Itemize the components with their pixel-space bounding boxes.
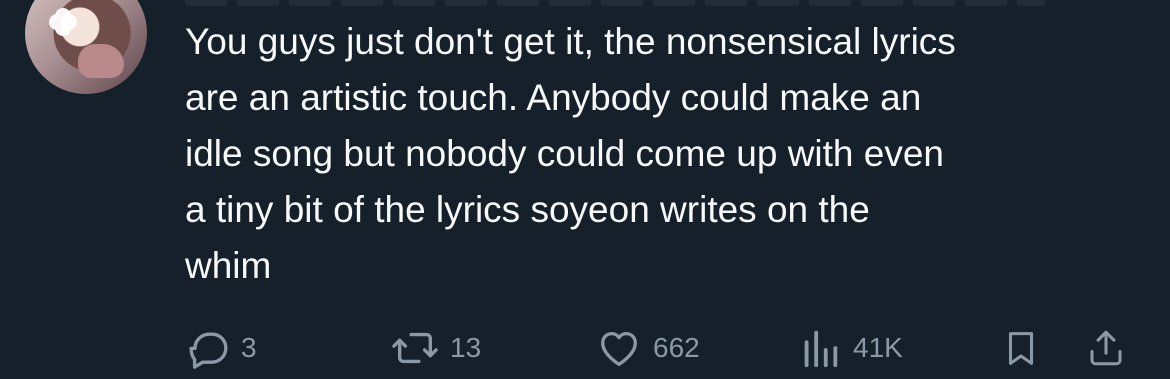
reply-count: 3 [241,332,257,363]
share-icon [1085,325,1127,371]
reply-icon [185,325,231,371]
flower-icon [53,12,73,32]
retweet-icon [390,325,440,371]
retweet-count: 13 [450,332,482,363]
views-button[interactable]: 41K [797,325,903,371]
tweet-text: You guys just don't get it, the nonsensi… [185,21,956,286]
reply-button[interactable]: 3 [185,325,257,371]
analytics-icon [797,325,843,371]
avatar[interactable] [25,0,147,94]
bookmark-icon [1000,325,1042,371]
share-button[interactable] [1085,325,1127,371]
retweet-button[interactable]: 13 [390,325,481,371]
like-count: 662 [653,332,700,363]
tweet-actions: 3 13 662 41K [185,325,1130,371]
bookmark-button[interactable] [1000,325,1042,371]
heart-icon [595,325,643,371]
view-count: 41K [853,332,903,363]
cropped-header-line [185,0,1045,6]
tweet-post: You guys just don't get it, the nonsensi… [0,0,1170,379]
like-button[interactable]: 662 [595,325,700,371]
avatar-figure [78,44,124,78]
